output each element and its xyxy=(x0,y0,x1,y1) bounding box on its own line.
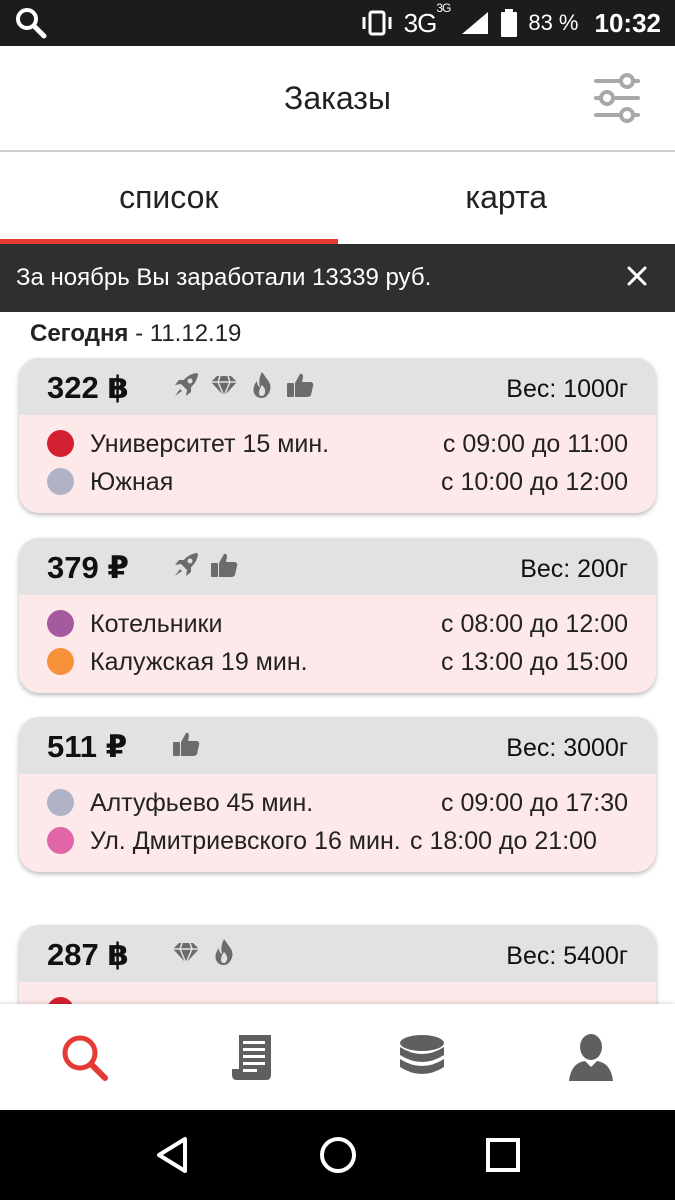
status-bar: 3G3G 83 % 10:32 xyxy=(0,0,675,46)
home-icon[interactable] xyxy=(318,1135,358,1175)
nav-orders[interactable] xyxy=(169,1004,338,1110)
order-stops: Котельники с 08:00 до 12:00 Калужская 19… xyxy=(19,595,656,693)
system-navigation xyxy=(0,1110,675,1200)
stop-name: Алтуфьево 45 мин. xyxy=(90,789,314,817)
date-separator: - xyxy=(128,320,150,347)
battery-icon xyxy=(501,9,518,37)
clock: 10:32 xyxy=(594,7,662,38)
nav-search[interactable] xyxy=(0,1004,169,1110)
date-header: Сегодня - 11.12.19 xyxy=(30,320,241,348)
receipt-icon xyxy=(232,1035,272,1080)
stop-row: Алтуфьево 45 мин. с 09:00 до 17:30 xyxy=(47,786,628,820)
order-card[interactable]: 322 ฿ Вес: 1000г Университет 15 мин. с 0… xyxy=(19,358,656,513)
order-weight: Вес: 5400г xyxy=(506,942,628,970)
order-badges xyxy=(171,729,201,759)
stop-row: Южная с 10:00 до 12:00 xyxy=(47,465,628,499)
fire-icon xyxy=(209,937,239,967)
user-icon xyxy=(568,1034,613,1081)
order-price: 322 ฿ xyxy=(47,370,129,405)
vibrate-icon xyxy=(362,10,392,36)
coins-icon xyxy=(399,1035,444,1074)
order-badges xyxy=(171,370,315,400)
stop-name: Калужская 19 мин. xyxy=(90,648,308,676)
stop-time: с 13:00 до 15:00 xyxy=(441,648,628,676)
diamond-icon xyxy=(209,370,239,400)
stop-time: с 10:00 до 12:00 xyxy=(441,468,628,496)
order-badges xyxy=(171,937,239,967)
tab-map[interactable]: карта xyxy=(338,152,675,244)
stop-time: с 08:00 до 12:00 xyxy=(441,610,628,638)
tab-list[interactable]: список xyxy=(0,152,338,244)
stop-dot xyxy=(47,789,74,816)
order-card[interactable]: 379 ₽ Вес: 200г Котельники с 08:00 до 12… xyxy=(19,538,656,693)
app-bar: Заказы xyxy=(0,46,675,152)
order-card[interactable]: 287 ฿ Вес: 5400г xyxy=(19,925,656,1004)
signal-icon xyxy=(462,12,489,34)
close-icon[interactable] xyxy=(623,262,651,290)
order-stops: Алтуфьево 45 мин. с 09:00 до 17:30 Ул. Д… xyxy=(19,774,656,872)
stop-dot xyxy=(47,997,74,1004)
network-indicator: 3G3G xyxy=(403,0,452,38)
thumbs-up-icon xyxy=(171,729,201,759)
tab-bar: список карта xyxy=(0,152,675,244)
battery-percent: 83 % xyxy=(528,10,579,35)
order-card[interactable]: 511 ₽ Вес: 3000г Алтуфьево 45 мин. с 09:… xyxy=(19,717,656,872)
stop-row: Калужская 19 мин. с 13:00 до 15:00 xyxy=(47,645,628,679)
stop-dot xyxy=(47,648,74,675)
bottom-navigation xyxy=(0,1004,675,1110)
search-icon[interactable] xyxy=(14,6,48,40)
back-icon[interactable] xyxy=(153,1135,193,1175)
order-card-header: 322 ฿ Вес: 1000г xyxy=(19,358,656,415)
stop-dot xyxy=(47,430,74,457)
stop-time: с 18:00 до 21:00 xyxy=(410,827,597,855)
order-stops xyxy=(19,982,656,1004)
stop-time: с 09:00 до 17:30 xyxy=(441,789,628,817)
order-price: 379 ₽ xyxy=(47,550,129,585)
banner-text: За ноябрь Вы заработали 13339 руб. xyxy=(16,264,432,291)
stop-row: Ул. Дмитриевского 16 мин. с 18:00 до 21:… xyxy=(47,824,628,858)
date-label: Сегодня xyxy=(30,320,129,347)
order-price: 287 ฿ xyxy=(47,937,129,972)
stop-name: Университет 15 мин. xyxy=(90,430,330,458)
rocket-icon xyxy=(171,550,201,580)
order-weight: Вес: 3000г xyxy=(506,734,628,762)
order-weight: Вес: 200г xyxy=(520,555,628,583)
fire-icon xyxy=(247,370,277,400)
order-card-header: 379 ₽ Вес: 200г xyxy=(19,538,656,595)
earnings-banner: За ноябрь Вы заработали 13339 руб. xyxy=(0,244,675,312)
recents-icon[interactable] xyxy=(483,1135,523,1175)
nav-profile[interactable] xyxy=(506,1004,675,1110)
orders-list: Сегодня - 11.12.19 322 ฿ Вес: 1000г Унив… xyxy=(0,312,675,1004)
stop-name: Котельники xyxy=(90,610,223,638)
search-icon xyxy=(62,1035,109,1081)
stop-time: с 09:00 до 11:00 xyxy=(442,430,628,458)
page-title: Заказы xyxy=(284,80,391,116)
rocket-icon xyxy=(171,370,201,400)
order-card-header: 287 ฿ Вес: 5400г xyxy=(19,925,656,982)
order-price: 511 ₽ xyxy=(47,729,128,764)
diamond-icon xyxy=(171,937,201,967)
stop-name: Ул. Дмитриевского 16 мин. xyxy=(90,827,401,855)
stop-dot xyxy=(47,827,74,854)
stop-dot xyxy=(47,610,74,637)
order-badges xyxy=(171,550,239,580)
stop-row: Котельники с 08:00 до 12:00 xyxy=(47,607,628,641)
order-card-header: 511 ₽ Вес: 3000г xyxy=(19,717,656,774)
sliders-icon[interactable] xyxy=(593,73,641,123)
thumbs-up-icon xyxy=(209,550,239,580)
stop-row: Университет 15 мин. с 09:00 до 11:00 xyxy=(47,427,628,461)
stop-dot xyxy=(47,468,74,495)
thumbs-up-icon xyxy=(285,370,315,400)
order-weight: Вес: 1000г xyxy=(506,375,628,403)
nav-finance[interactable] xyxy=(338,1004,507,1110)
stop-name: Южная xyxy=(90,468,174,496)
date-value: 11.12.19 xyxy=(149,320,242,347)
order-stops: Университет 15 мин. с 09:00 до 11:00 Южн… xyxy=(19,415,656,513)
stop-row xyxy=(47,994,628,1004)
